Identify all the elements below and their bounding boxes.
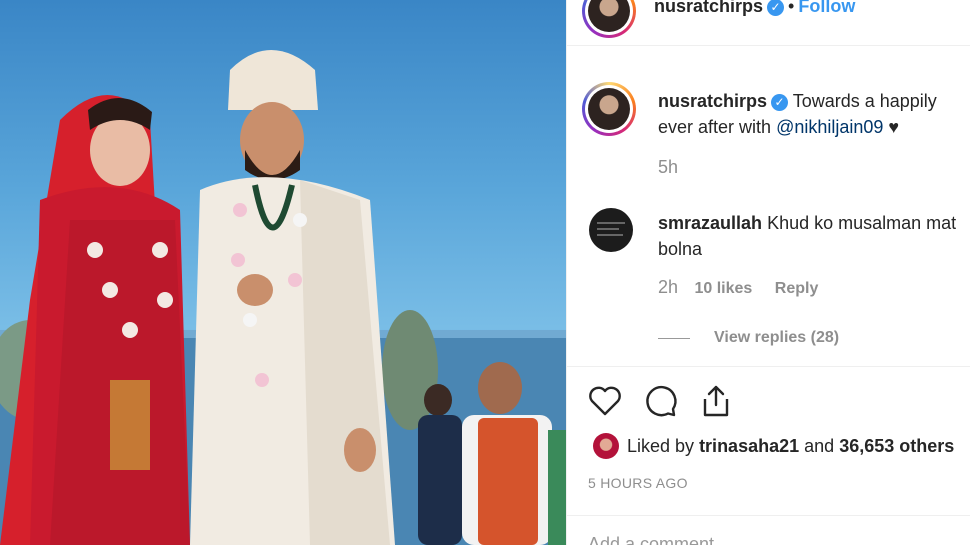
caption: nusratchirps ✓ Towards a happily ever aft… (658, 88, 970, 140)
liker-avatar[interactable] (593, 433, 619, 459)
follow-button[interactable]: Follow (798, 0, 855, 16)
comment-likes[interactable]: 10 likes (694, 280, 752, 297)
comment: smrazaullah Khud ko musalman mat bolna (658, 210, 958, 262)
comment-username[interactable]: smrazaullah (658, 213, 762, 233)
post-timestamp[interactable]: 5 HOURS AGO (588, 475, 688, 491)
caption-username[interactable]: nusratchirps (658, 91, 767, 111)
comment-meta: 2h 10 likes Reply (658, 277, 818, 298)
caption-verified-badge-icon: ✓ (771, 93, 789, 111)
comment-icon[interactable] (643, 383, 679, 419)
view-replies-button[interactable]: View replies (28) (714, 329, 839, 347)
add-comment-input[interactable]: Add a comment… (588, 534, 732, 545)
replies-divider (658, 338, 690, 339)
post-photo[interactable] (0, 0, 566, 545)
share-icon[interactable] (698, 383, 734, 419)
likes-summary: Liked by trinasaha21 and 36,653 others (627, 436, 954, 457)
verified-badge-icon: ✓ (767, 0, 785, 17)
heart-emoji: ♥ (888, 117, 900, 137)
liker-username[interactable]: trinasaha21 (699, 436, 799, 456)
post-side-panel: nusratchirps ✓ • Follow nusratchirps ✓ Towar… (567, 0, 970, 545)
caption-author-avatar[interactable] (582, 82, 636, 136)
separator-dot: • (788, 0, 795, 16)
liked-by-others[interactable]: 36,653 others (839, 436, 954, 456)
comment-reply-button[interactable]: Reply (775, 280, 819, 297)
liked-by-prefix: Liked by (627, 436, 695, 456)
caption-time[interactable]: 5h (658, 157, 678, 178)
actions-divider (567, 366, 970, 367)
comment-time[interactable]: 2h (658, 277, 678, 297)
author-avatar[interactable] (582, 0, 636, 38)
caption-mention-link[interactable]: @nikhiljain09 (776, 117, 883, 137)
header-username[interactable]: nusratchirps (654, 0, 763, 16)
heart-icon[interactable] (587, 383, 623, 419)
post-header: nusratchirps ✓ • Follow (567, 0, 970, 46)
wedding-photo-illustration (0, 50, 566, 545)
commenter-avatar[interactable] (589, 208, 633, 252)
liked-by-and: and (804, 436, 835, 456)
